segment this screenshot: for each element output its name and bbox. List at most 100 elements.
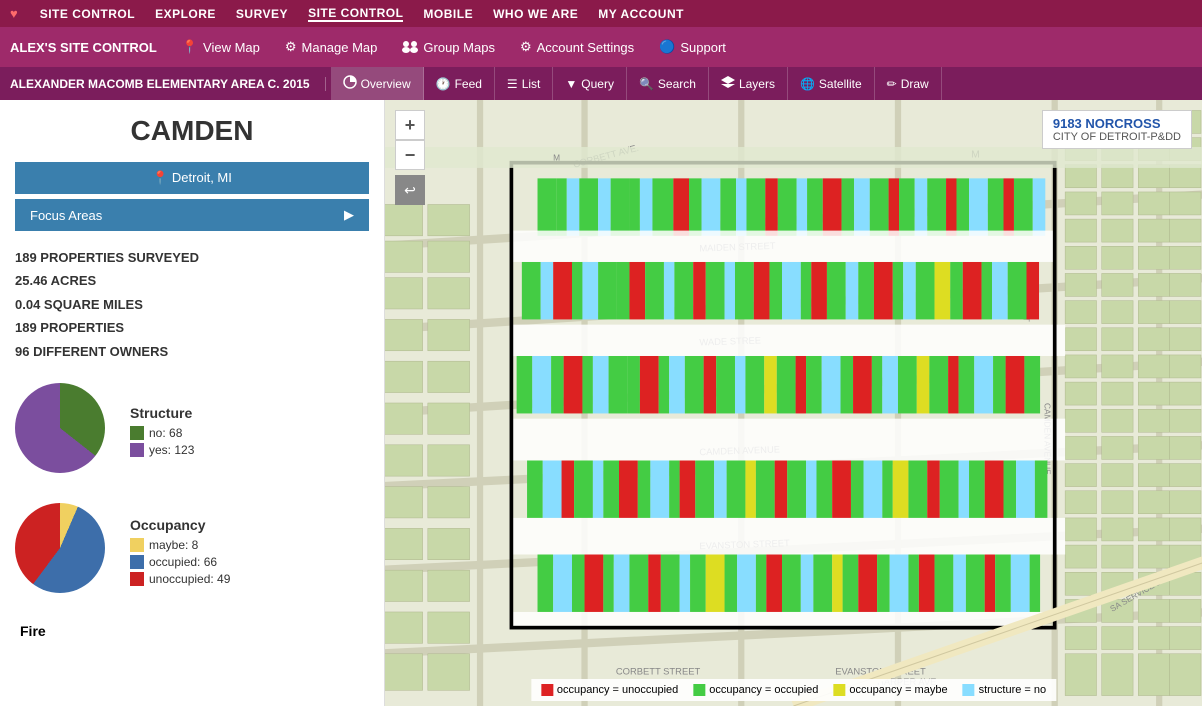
chevron-right-icon: ▶ [344,207,354,223]
tab-draw-label: Draw [901,77,929,91]
occupancy-chart-item: Occupancy maybe: 8 occupied: 66 unoccupi… [15,503,369,603]
manage-map-icon: ⚙ [285,39,297,55]
manage-map-label: Manage Map [302,40,378,55]
structure-yes-color [130,443,144,457]
stat-properties-surveyed: 189 PROPERTIES SURVEYED [15,246,369,269]
location-pin-icon: 📍 [152,170,168,185]
stat-owners: 96 DIFFERENT OWNERS [15,340,369,363]
structure-yes-label: yes: 123 [149,443,194,457]
search-icon: 🔍 [639,77,654,91]
occupancy-pie-chart [15,503,115,603]
globe-icon: 🌐 [800,77,815,91]
legend-maybe-label: occupancy = maybe [849,684,947,696]
layers-icon [721,76,735,91]
tab-layers[interactable]: Layers [709,67,788,100]
tab-satellite[interactable]: 🌐 Satellite [788,67,875,100]
legend-maybe: occupancy = maybe [833,684,947,696]
occupancy-unoccupied-color [130,572,144,586]
tab-list[interactable]: ☰ List [495,67,553,100]
area-title: ALEXANDER MACOMB ELEMENTARY AREA C. 2015 [10,77,326,91]
legend-structure-no: structure = no [963,684,1047,696]
legend-occupied-label: occupancy = occupied [709,684,818,696]
nav-site-control-1[interactable]: SITE CONTROL [40,7,135,21]
occupancy-maybe-label: maybe: 8 [149,538,198,552]
structure-chart-item: Structure no: 68 yes: 123 [15,383,369,483]
property-address: 9183 NORCROSS [1053,116,1181,131]
occupancy-pie [15,503,105,593]
tab-search-label: Search [658,77,696,91]
pencil-icon: ✏ [887,77,897,91]
manage-map-link[interactable]: ⚙ Manage Map [275,39,388,55]
zoom-out-button[interactable]: − [395,140,425,170]
occupancy-maybe-color [130,538,144,552]
zoom-in-button[interactable]: + [395,110,425,140]
tab-search[interactable]: 🔍 Search [627,67,709,100]
structure-pie-chart [15,383,115,483]
tab-feed[interactable]: 🕐 Feed [424,67,495,100]
focus-areas-button[interactable]: Focus Areas ▶ [15,199,369,231]
structure-no-label: no: 68 [149,426,182,440]
occupancy-legend-occupied: occupied: 66 [130,555,230,569]
nav-site-control-active[interactable]: SITE CONTROL [308,6,403,22]
survey-block-1 [538,178,1046,235]
fire-chart-item: Fire [15,623,369,639]
support-label: Support [680,40,726,55]
legend-occupied: occupancy = occupied [693,684,818,696]
filter-icon: ▼ [565,77,577,91]
survey-block-2 [522,262,1039,319]
stat-square-miles: 0.04 SQUARE MILES [15,293,369,316]
tab-feed-label: Feed [455,77,482,91]
tab-layers-label: Layers [739,77,775,91]
left-panel: CAMDEN 📍 Detroit, MI Focus Areas ▶ 189 P… [0,100,385,706]
fire-title: Fire [15,623,46,639]
map-area[interactable]: + − ↩ 9183 NORCROSS CITY OF DETROIT-P&DD [385,100,1202,706]
feed-icon: 🕐 [436,77,451,91]
occupancy-title: Occupancy [130,517,230,533]
structure-legend-yes: yes: 123 [130,443,194,457]
occupancy-legend: Occupancy maybe: 8 occupied: 66 unoccupi… [130,517,230,589]
legend-unoccupied-label: occupancy = unoccupied [557,684,678,696]
stats-section: 189 PROPERTIES SURVEYED 25.46 ACRES 0.04… [0,236,384,373]
survey-block-4 [527,460,1047,517]
location-label: Detroit, MI [172,170,232,185]
account-settings-label: Account Settings [537,40,635,55]
sec-nav: ALEX'S SITE CONTROL 📍 View Map ⚙ Manage … [0,27,1202,67]
map-svg: CORBETT AVE. MAIDEN STREET WADE STREE CA… [385,100,1202,706]
nav-survey[interactable]: SURVEY [236,7,288,21]
stat-properties: 189 PROPERTIES [15,316,369,339]
tab-draw[interactable]: ✏ Draw [875,67,942,100]
legend-maybe-color [833,684,845,696]
account-settings-link[interactable]: ⚙ Account Settings [510,39,644,55]
occupancy-legend-unoccupied: unoccupied: 49 [130,572,230,586]
back-button[interactable]: ↩ [395,175,425,205]
occupancy-occupied-color [130,555,144,569]
group-maps-icon [402,39,418,56]
map-controls: + − ↩ [395,110,425,205]
tab-query-label: Query [581,77,614,91]
structure-legend: Structure no: 68 yes: 123 [130,405,194,460]
legend-unoccupied: occupancy = unoccupied [541,684,678,696]
stat-acres: 25.46 ACRES [15,269,369,292]
nav-who-we-are[interactable]: WHO WE ARE [493,7,578,21]
legend-structure-no-label: structure = no [979,684,1047,696]
support-link[interactable]: 🔵 Support [649,39,736,55]
location-button[interactable]: 📍 Detroit, MI [15,162,369,194]
tab-overview[interactable]: Overview [331,67,424,100]
nav-mobile[interactable]: MOBILE [423,7,473,21]
tab-query[interactable]: ▼ Query [553,67,627,100]
survey-block-5 [538,555,1041,612]
nav-my-account[interactable]: MY ACCOUNT [598,7,684,21]
structure-pie [15,383,105,473]
account-settings-icon: ⚙ [520,39,532,55]
group-maps-link[interactable]: Group Maps [392,39,505,56]
view-map-label: View Map [203,40,260,55]
area-name: CAMDEN [0,100,384,157]
street-label-corbett-bottom: CORBETT STREET [616,666,701,677]
survey-block-3 [517,356,1040,413]
nav-explore[interactable]: EXPLORE [155,7,216,21]
map-info-box: 9183 NORCROSS CITY OF DETROIT-P&DD [1042,110,1192,149]
view-map-link[interactable]: 📍 View Map [172,39,270,55]
top-nav: ♥ SITE CONTROL EXPLORE SURVEY SITE CONTR… [0,0,1202,27]
main-container: CAMDEN 📍 Detroit, MI Focus Areas ▶ 189 P… [0,100,1202,706]
tab-list-label: List [522,77,541,91]
